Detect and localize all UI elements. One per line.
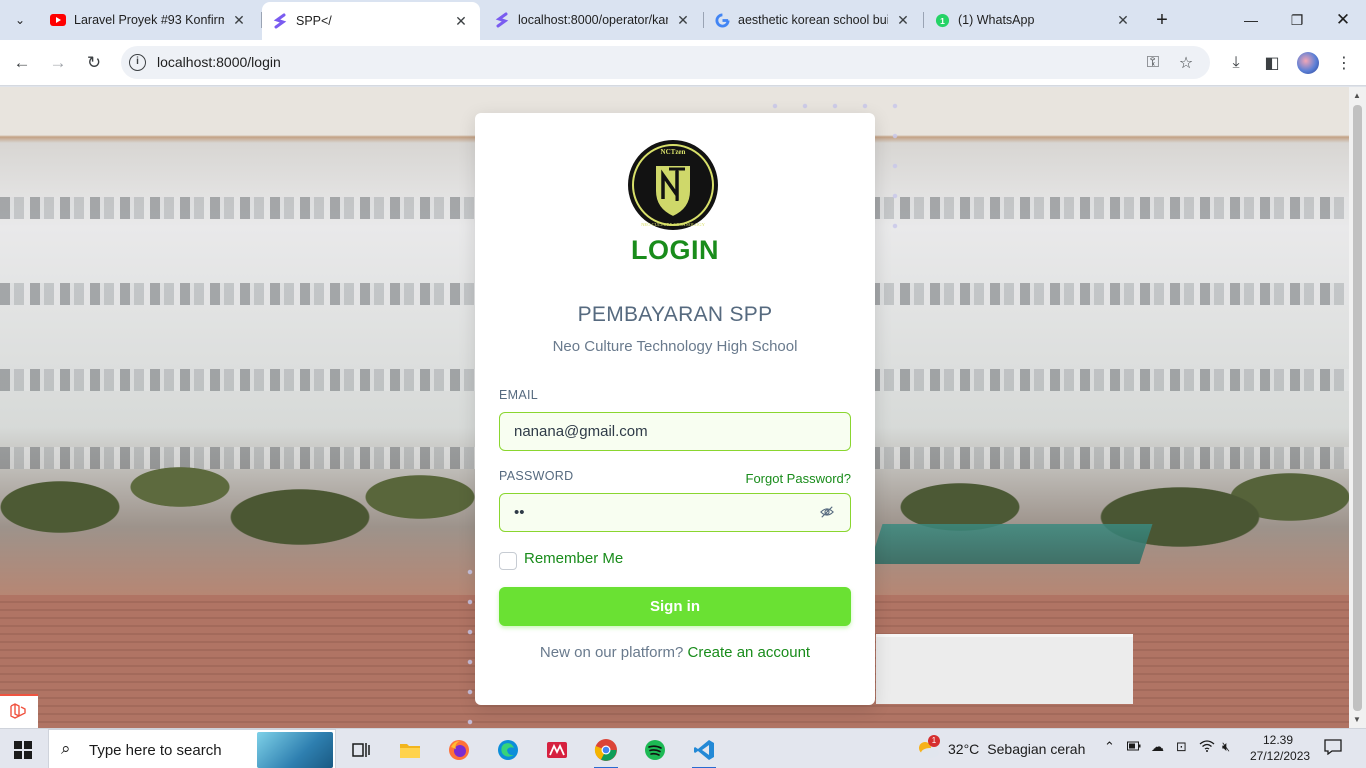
menu-kebab-icon[interactable]: ⋮ [1333,52,1355,74]
battery-icon[interactable] [1127,739,1141,754]
edge-icon[interactable] [488,733,528,767]
background-canopy [869,524,1153,564]
paint-icon[interactable] [537,733,577,767]
file-explorer-icon[interactable] [390,733,430,767]
email-value: nanana@gmail.com [514,423,648,440]
laravel-debugbar-icon[interactable] [0,694,38,728]
tab-strip: ⌄ Laravel Proyek #93 Konfirma ✕ SPP</ ✕ … [0,0,1366,40]
new-tab-button[interactable]: + [1150,8,1174,32]
stripe-icon [272,13,288,29]
address-bar[interactable]: i localhost:8000/login ⚿ ☆ [121,46,1210,79]
tab-close-icon[interactable]: ✕ [452,12,470,30]
tab-spp[interactable]: SPP</ ✕ [262,2,480,40]
windows-start-icon[interactable] [14,741,32,759]
email-label: EMAIL [499,388,539,402]
browser-toolbar: ← → ↻ i localhost:8000/login ⚿ ☆ ⤓ ◧ ⋮ [0,40,1366,86]
url-text[interactable]: localhost:8000/login [157,54,281,70]
tab-title: (1) WhatsApp [958,13,1035,27]
scrollbar-thumb[interactable] [1353,105,1362,711]
weather-widget[interactable]: 1 32°C Sebagian cerah [916,735,1086,760]
weather-badge: 1 [928,735,940,747]
wifi-icon[interactable] [1199,739,1215,755]
back-arrow-icon[interactable]: ← [8,49,36,77]
taskbar-search-box[interactable]: ⌕ Type here to search [48,729,336,768]
task-view-icon[interactable] [341,733,381,767]
search-icon: ⌕ [61,739,71,758]
stripe-icon [494,12,510,28]
svg-text:NCTzen: NCTzen [661,148,686,156]
create-account-link[interactable]: Create an account [688,644,811,661]
password-field[interactable]: •• [499,493,851,532]
bookmark-star-icon[interactable]: ☆ [1176,53,1196,73]
remember-me-checkbox[interactable] [499,552,517,570]
svg-text:NEO CULTURE TECHNOLOGY: NEO CULTURE TECHNOLOGY [641,222,705,227]
page-scrollbar[interactable]: ▲ ▼ [1349,87,1366,728]
onedrive-cloud-icon[interactable]: ☁ [1151,739,1164,755]
key-icon[interactable]: ⚿ [1143,53,1163,73]
search-highlight-image [257,732,333,768]
password-label: PASSWORD [499,469,574,483]
tab-whatsapp[interactable]: 1 (1) WhatsApp ✕ [924,0,1142,40]
login-card: NCTzen NEO CULTURE TECHNOLOGY LOGIN PEMB… [475,113,875,705]
scroll-down-arrow-icon[interactable]: ▼ [1353,715,1361,724]
vscode-icon[interactable] [684,733,724,768]
remember-me-label[interactable]: Remember Me [524,550,623,567]
site-info-icon[interactable]: i [129,54,146,71]
reload-icon[interactable]: ↻ [80,49,108,77]
weather-temperature: 32°C [948,741,980,757]
search-placeholder: Type here to search [89,742,222,759]
speaker-muted-icon[interactable]: 🔇︎ [1222,739,1230,755]
password-value: •• [514,504,525,521]
download-icon[interactable]: ⤓ [1225,52,1247,74]
profile-avatar[interactable] [1297,52,1319,74]
scroll-up-arrow-icon[interactable]: ▲ [1353,91,1361,100]
clock-date: 27/12/2023 [1250,749,1311,763]
window-close-button[interactable]: ✕ [1320,0,1366,40]
email-field[interactable]: nanana@gmail.com [499,412,851,451]
tab-title: SPP</ [296,14,332,28]
register-prompt-text: New on our platform? [539,644,684,661]
clock-time: 12.39 [1262,733,1294,747]
sign-in-button[interactable]: Sign in [499,587,851,626]
google-icon [714,12,730,28]
tab-search-button[interactable]: ⌄ [8,8,32,32]
chevron-up-icon[interactable]: ⌃ [1104,739,1115,755]
spotify-icon[interactable] [635,733,675,767]
tab-close-icon[interactable]: ✕ [894,11,912,29]
tab-close-icon[interactable]: ✕ [1114,11,1132,29]
tab-close-icon[interactable]: ✕ [230,11,248,29]
webcam-icon[interactable]: ⊡ [1176,739,1187,755]
side-panel-icon[interactable]: ◧ [1261,52,1283,74]
eye-off-icon[interactable] [820,505,836,521]
whatsapp-icon: 1 [934,12,950,28]
notification-icon[interactable] [1324,739,1342,760]
system-clock[interactable]: 12.39 27/12/2023 [1250,732,1311,764]
minimize-button[interactable]: — [1228,0,1274,40]
tab-close-icon[interactable]: ✕ [674,11,692,29]
restore-button[interactable]: ❐ [1274,0,1320,40]
tab-google[interactable]: aesthetic korean school buil ✕ [704,0,922,40]
windows-taskbar: ⌕ Type here to search 1 32°C Sebagian ce… [0,728,1366,768]
register-prompt: New on our platform? Create an account [475,644,875,661]
youtube-icon [50,12,66,28]
background-fence [876,634,1133,704]
tab-title: localhost:8000/operator/kar [518,13,668,27]
chrome-icon[interactable] [586,733,626,768]
tab-youtube[interactable]: Laravel Proyek #93 Konfirma ✕ [40,0,258,40]
tab-operator[interactable]: localhost:8000/operator/kar ✕ [484,0,702,40]
forgot-password-link[interactable]: Forgot Password? [746,471,852,486]
login-heading: LOGIN [631,235,719,265]
page-title: PEMBAYARAN SPP [577,303,773,326]
firefox-icon[interactable] [439,733,479,767]
tab-title: Laravel Proyek #93 Konfirma [74,13,224,27]
sun-cloud-icon: 1 [916,735,940,760]
forward-arrow-icon[interactable]: → [44,49,72,77]
tab-title: aesthetic korean school buil [738,13,888,27]
svg-text:1: 1 [940,15,945,25]
school-logo: NCTzen NEO CULTURE TECHNOLOGY [627,139,719,231]
weather-description: Sebagian cerah [987,741,1086,757]
page-subtitle: Neo Culture Technology High School [552,338,798,355]
